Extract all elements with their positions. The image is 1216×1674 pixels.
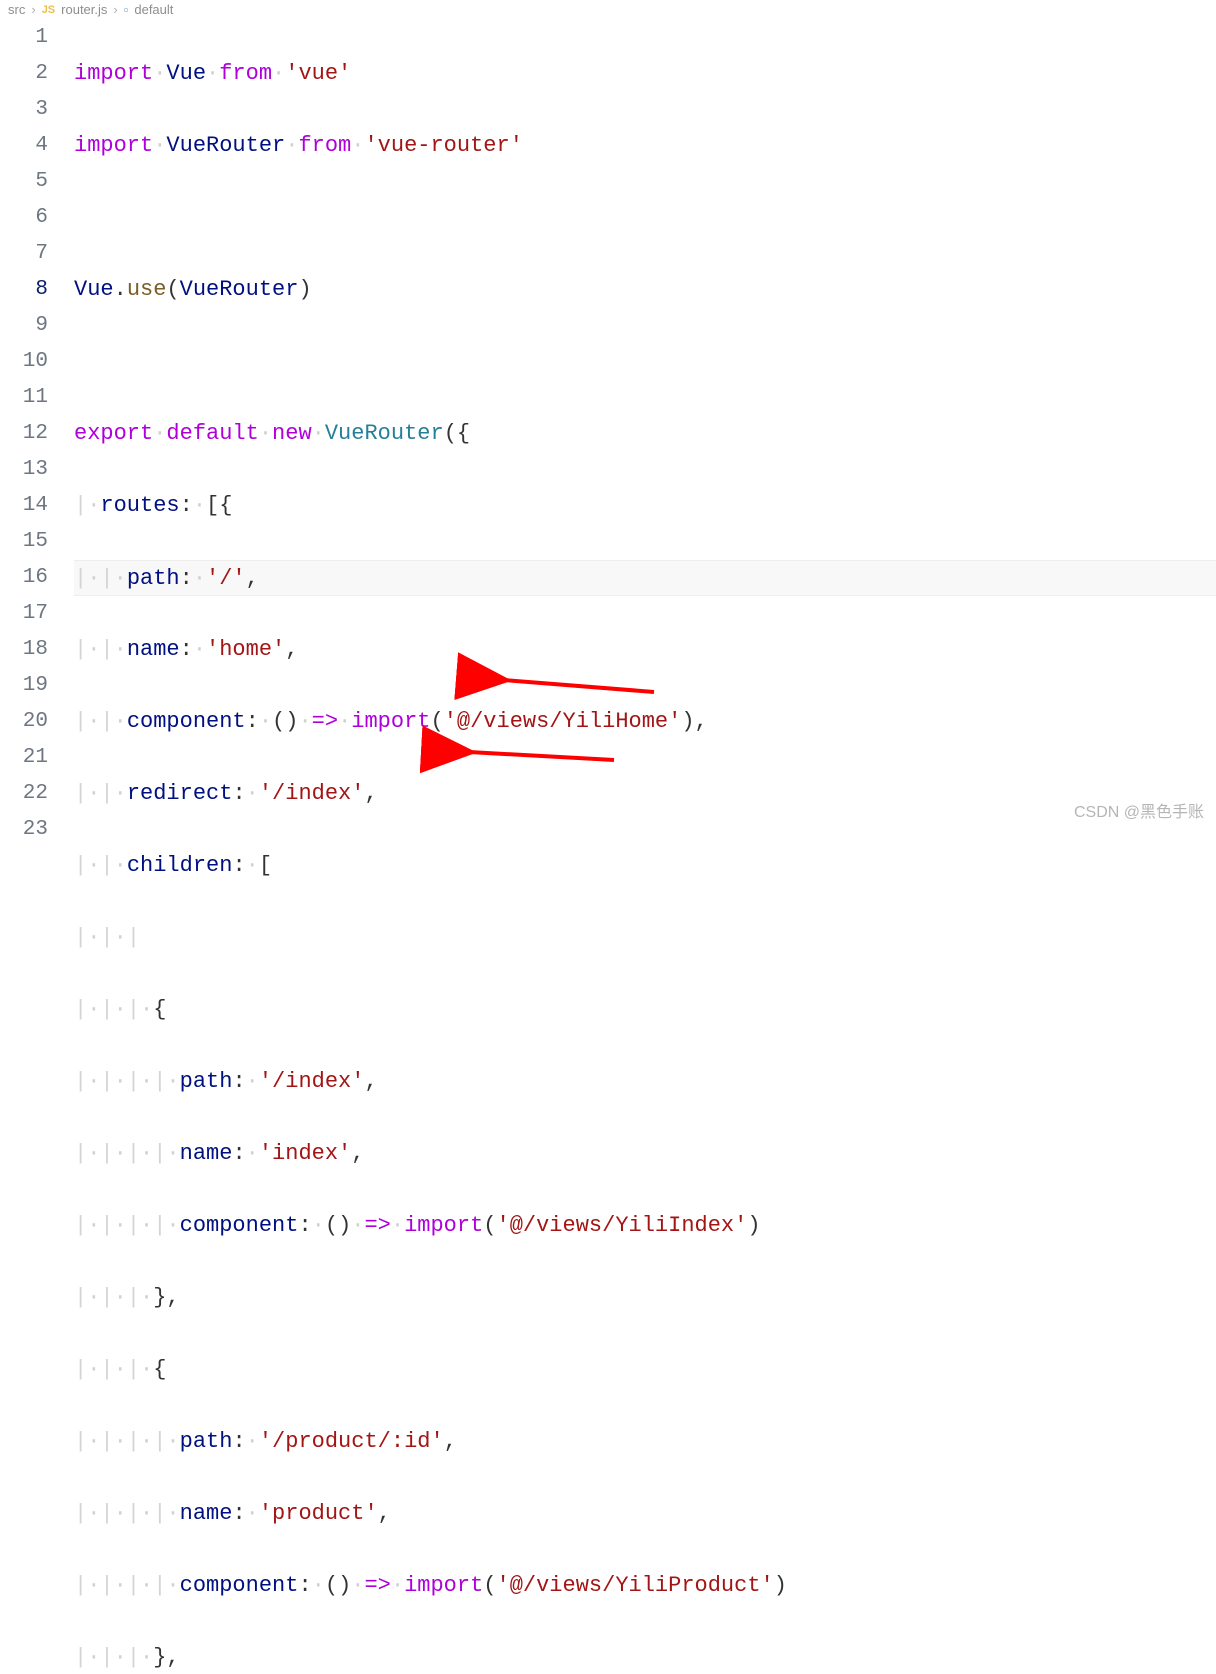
code-line[interactable]: import·VueRouter·from·'vue-router'	[74, 128, 1216, 164]
code-line[interactable]: |·|·|·{	[74, 1352, 1216, 1388]
line-number: 1	[0, 20, 48, 56]
code-line[interactable]: |·|·|·{	[74, 992, 1216, 1028]
code-line[interactable]: |·|·|·|·component:·()·=>·import('@/views…	[74, 1208, 1216, 1244]
code-line[interactable]: |·|·name:·'home',	[74, 632, 1216, 668]
line-number-gutter: 1 2 3 4 5 6 7 8 9 10 11 12 13 14 15 16 1…	[0, 20, 74, 1674]
code-line[interactable]: |·|·|·},	[74, 1640, 1216, 1674]
line-number: 19	[0, 668, 48, 704]
code-line[interactable]: |·|·|	[74, 920, 1216, 956]
line-number: 2	[0, 56, 48, 92]
code-line[interactable]: |·|·|·},	[74, 1280, 1216, 1316]
line-number: 9	[0, 308, 48, 344]
line-number: 23	[0, 812, 48, 848]
line-number: 20	[0, 704, 48, 740]
code-line[interactable]: |·|·children:·[	[74, 848, 1216, 884]
breadcrumbs: src › JS router.js › ▫ default	[0, 0, 1216, 20]
code-line[interactable]: |·|·|·|·name:·'product',	[74, 1496, 1216, 1532]
line-number: 5	[0, 164, 48, 200]
line-number: 4	[0, 128, 48, 164]
line-number: 17	[0, 596, 48, 632]
line-number: 3	[0, 92, 48, 128]
code-line[interactable]: |·|·|·|·name:·'index',	[74, 1136, 1216, 1172]
code-line[interactable]: |·|·path:·'/',	[74, 560, 1216, 596]
code-line[interactable]	[74, 344, 1216, 380]
line-number: 21	[0, 740, 48, 776]
line-number: 6	[0, 200, 48, 236]
code-line[interactable]: |·routes:·[{	[74, 488, 1216, 524]
line-number: 16	[0, 560, 48, 596]
code-line[interactable]: |·|·|·|·component:·()·=>·import('@/views…	[74, 1568, 1216, 1604]
line-number: 14	[0, 488, 48, 524]
code-line[interactable]	[74, 200, 1216, 236]
code-line[interactable]: |·|·component:·()·=>·import('@/views/Yil…	[74, 704, 1216, 740]
line-number: 13	[0, 452, 48, 488]
arrow-icon	[469, 752, 614, 760]
line-number: 12	[0, 416, 48, 452]
line-number: 15	[0, 524, 48, 560]
line-number: 10	[0, 344, 48, 380]
code-line[interactable]: |·|·|·|·path:·'/index',	[74, 1064, 1216, 1100]
code-line[interactable]: |·|·redirect:·'/index',	[74, 776, 1216, 812]
code-area[interactable]: import·Vue·from·'vue' import·VueRouter·f…	[74, 20, 1216, 1674]
code-line[interactable]: Vue.use(VueRouter)	[74, 272, 1216, 308]
line-number: 22	[0, 776, 48, 812]
arrow-icon	[504, 680, 654, 692]
line-number: 7	[0, 236, 48, 272]
code-line[interactable]: |·|·|·|·path:·'/product/:id',	[74, 1424, 1216, 1460]
line-number: 11	[0, 380, 48, 416]
line-number: 8	[0, 272, 48, 308]
code-editor[interactable]: 1 2 3 4 5 6 7 8 9 10 11 12 13 14 15 16 1…	[0, 20, 1216, 1674]
code-line[interactable]: import·Vue·from·'vue'	[74, 56, 1216, 92]
code-line[interactable]: export·default·new·VueRouter({	[74, 416, 1216, 452]
line-number: 18	[0, 632, 48, 668]
